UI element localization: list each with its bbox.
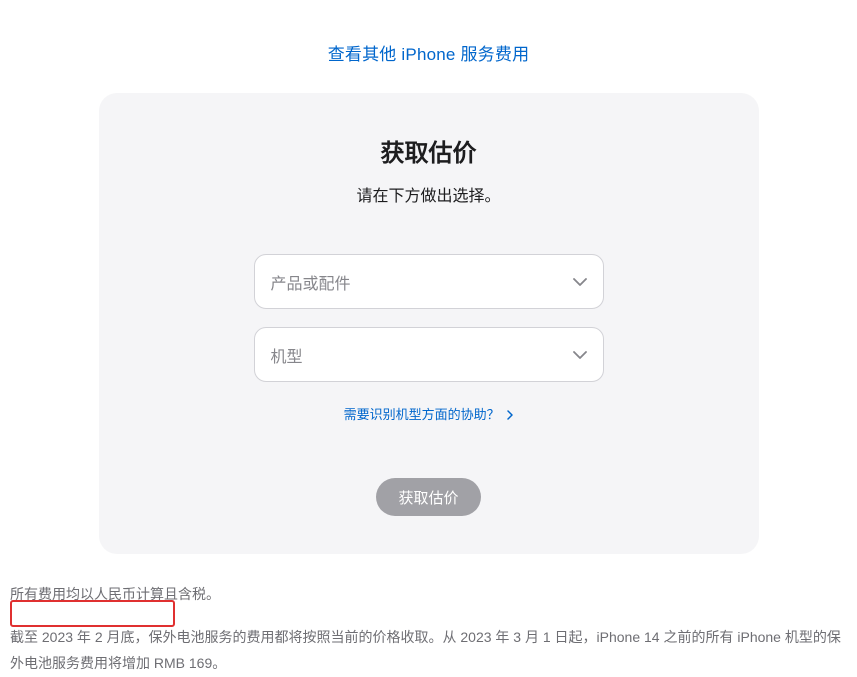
model-select-wrapper: 机型 <box>254 327 604 382</box>
footer-currency-note: 所有费用均以人民币计算且含税。 <box>10 582 847 607</box>
view-other-fees-link[interactable]: 查看其他 iPhone 服务费用 <box>328 45 530 64</box>
chevron-down-icon <box>573 351 587 359</box>
footer-price-change-note: 截至 2023 年 2 月底，保外电池服务的费用都将按照当前的价格收取。从 20… <box>10 625 847 677</box>
product-select-wrapper: 产品或配件 <box>254 254 604 309</box>
identify-model-help-link[interactable]: 需要识别机型方面的协助？ <box>344 407 514 422</box>
submit-wrapper: 获取估价 <box>149 478 709 516</box>
card-subtitle: 请在下方做出选择。 <box>149 182 709 206</box>
product-select[interactable]: 产品或配件 <box>254 254 604 309</box>
model-select[interactable]: 机型 <box>254 327 604 382</box>
model-select-placeholder: 机型 <box>271 343 303 367</box>
product-select-placeholder: 产品或配件 <box>271 270 351 294</box>
help-link-wrapper: 需要识别机型方面的协助？ <box>149 404 709 424</box>
help-link-label: 需要识别机型方面的协助？ <box>344 407 500 422</box>
card-title: 获取估价 <box>149 133 709 168</box>
get-estimate-button[interactable]: 获取估价 <box>376 478 480 516</box>
chevron-right-icon <box>507 408 513 423</box>
chevron-down-icon <box>573 278 587 286</box>
estimate-card: 获取估价 请在下方做出选择。 产品或配件 机型 需要识别机型方面的协助？ <box>99 93 759 554</box>
top-link-wrapper: 查看其他 iPhone 服务费用 <box>0 0 857 93</box>
